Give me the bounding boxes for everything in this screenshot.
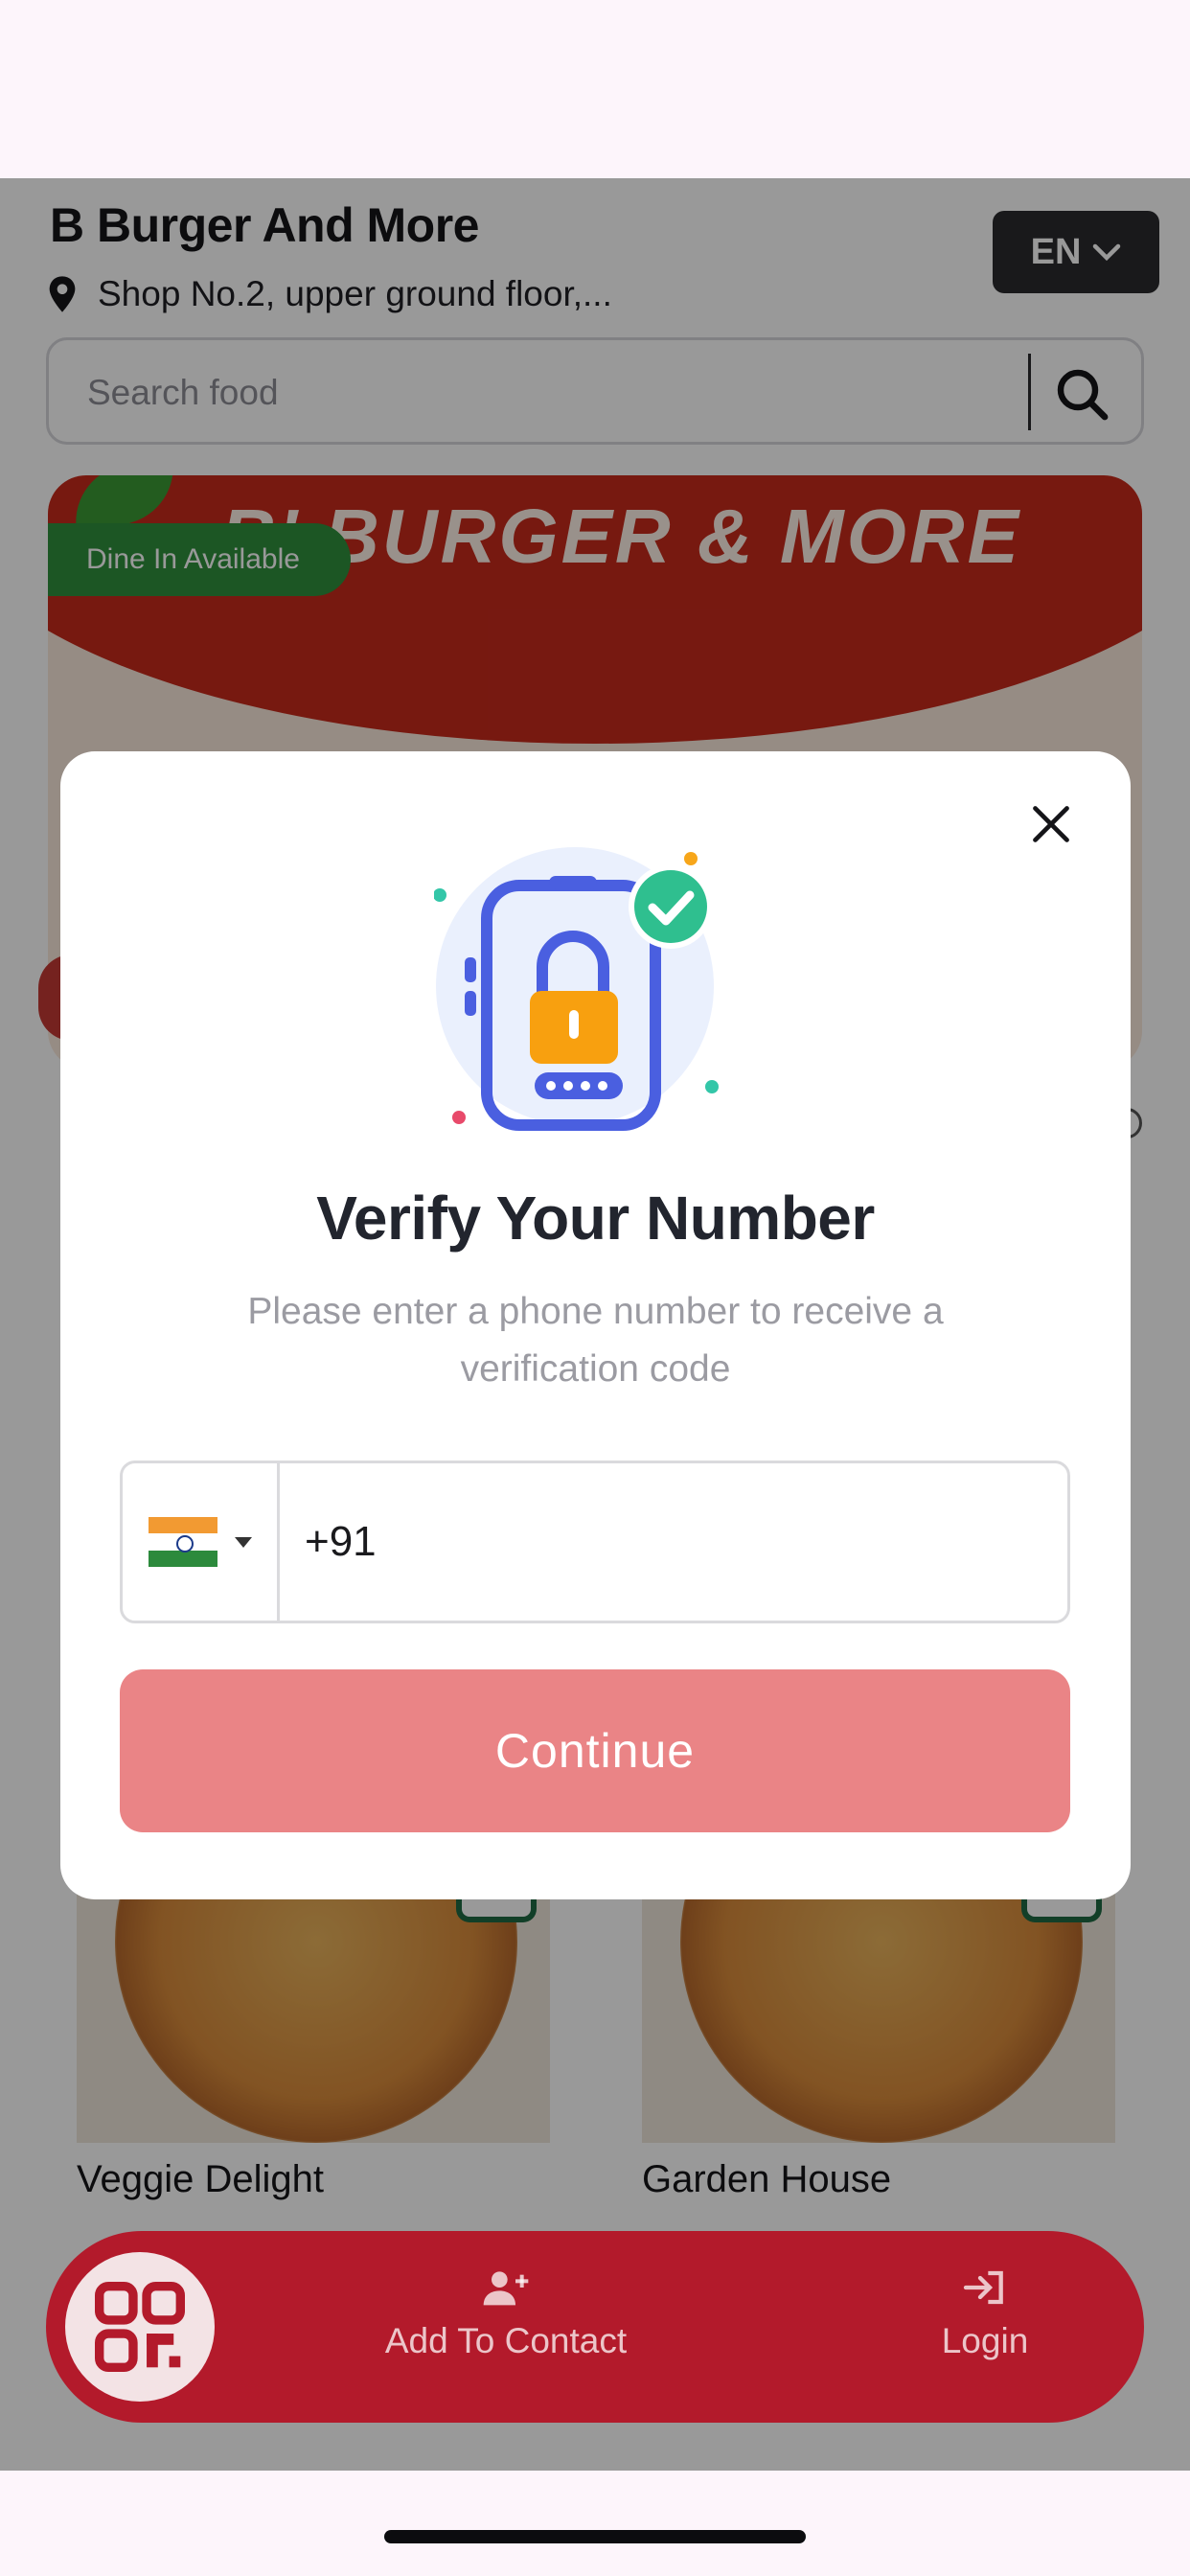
add-to-contact-button[interactable]: Add To Contact	[362, 2267, 650, 2361]
modal-subtitle: Please enter a phone number to receive a…	[247, 1291, 944, 1390]
phone-input[interactable]	[305, 1463, 1052, 1621]
home-indicator[interactable]	[384, 2530, 806, 2543]
verify-number-modal: Verify Your Number Please enter a phone …	[60, 751, 1131, 1899]
phone-lock-icon	[434, 847, 719, 1131]
close-button[interactable]	[1022, 795, 1080, 853]
continue-button[interactable]: Continue	[120, 1669, 1070, 1832]
login-icon	[963, 2270, 1003, 2305]
modal-title: Verify Your Number	[316, 1184, 875, 1253]
qr-button[interactable]	[65, 2252, 215, 2402]
phone-number-field	[120, 1460, 1070, 1623]
add-user-icon	[483, 2271, 529, 2306]
login-label: Login	[941, 2321, 1029, 2360]
status-bar	[0, 0, 1190, 178]
qr-code-icon	[95, 2282, 185, 2372]
home-indicator-area	[0, 2471, 1190, 2576]
dropdown-caret-icon	[234, 1536, 252, 1548]
login-button[interactable]: Login	[889, 2267, 1081, 2361]
bottom-nav: Add To Contact Login	[46, 2231, 1144, 2423]
country-code-picker[interactable]	[123, 1463, 280, 1621]
add-to-contact-label: Add To Contact	[384, 2321, 628, 2360]
india-flag-icon	[148, 1517, 217, 1567]
close-icon	[1033, 806, 1069, 842]
